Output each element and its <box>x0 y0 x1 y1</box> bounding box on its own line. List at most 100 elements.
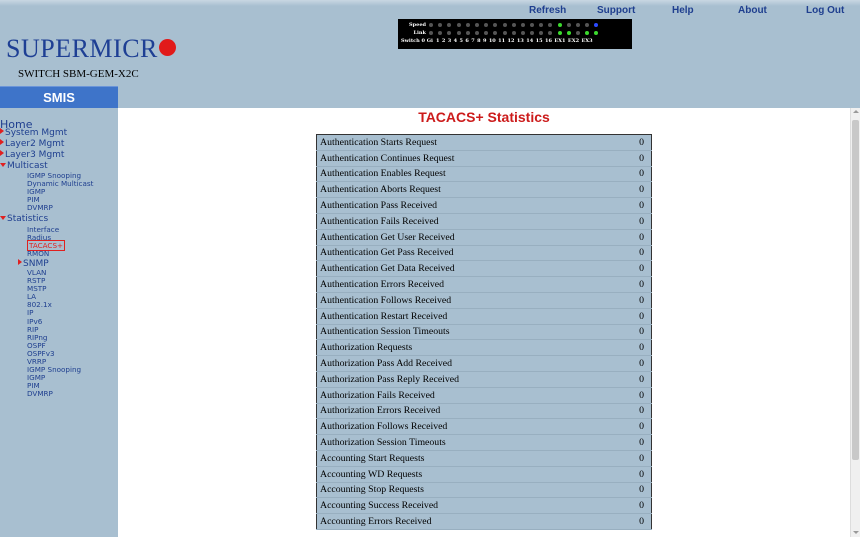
link-led-icon <box>511 31 516 35</box>
port-number: EX2 <box>567 38 580 44</box>
table-row: Authentication Errors Received 0 <box>316 276 652 293</box>
sidebar-item-multicast[interactable]: Multicast <box>0 161 48 171</box>
link-led-icon <box>539 31 544 35</box>
speed-led-icon <box>502 23 507 27</box>
stat-value: 0 <box>611 450 652 467</box>
stat-label: Authorization Pass Add Received <box>316 355 612 372</box>
table-row: Authentication Follows Received 0 <box>316 292 652 309</box>
stat-value: 0 <box>611 197 652 214</box>
sidebar-item-statistics[interactable]: Statistics <box>0 214 48 224</box>
refresh-link[interactable]: Refresh <box>529 5 566 16</box>
link-led-icon <box>438 31 443 35</box>
top-bar <box>0 0 860 6</box>
collapsed-arrow-icon <box>0 128 4 134</box>
scroll-up-icon[interactable] <box>853 110 859 113</box>
link-led-icon <box>548 31 553 35</box>
sidebar-item-label: Statistics <box>7 214 49 224</box>
stat-value: 0 <box>611 260 652 278</box>
help-link[interactable]: Help <box>672 5 694 16</box>
link-led-icon <box>465 31 470 35</box>
table-row: Authorization Session Timeouts 0 <box>316 434 652 451</box>
port-number: EX1 <box>554 38 566 44</box>
speed-led-icon <box>511 23 516 27</box>
port-number: 7 <box>471 38 475 44</box>
sidebar-subitem-rmon[interactable]: RMON <box>27 250 49 258</box>
link-led-row: Link <box>401 29 629 37</box>
sidebar-item-layer3-mgmt[interactable]: Layer3 Mgmt <box>0 150 64 160</box>
sidebar-item-system-mgmt[interactable]: System Mgmt <box>0 128 67 138</box>
stat-label: Authentication Enables Request <box>316 166 612 183</box>
speed-led-row: Speed <box>401 21 629 29</box>
port-number: 15 <box>535 38 543 44</box>
port-number: 13 <box>516 38 524 44</box>
stat-value: 0 <box>611 339 652 357</box>
table-row: Accounting Stop Requests 0 <box>316 482 652 499</box>
stat-label: Authentication Get Pass Received <box>316 245 612 262</box>
port-number: 4 <box>453 38 458 44</box>
logo-dot-icon <box>158 39 176 56</box>
link-led-icon <box>576 31 580 35</box>
smis-title: SMIS <box>0 86 118 108</box>
port-label: Switch 0 Gi <box>401 38 433 44</box>
stat-value: 0 <box>611 403 652 420</box>
sidebar: Home System Mgmt Layer2 Mgmt Layer3 Mgmt Mu… <box>0 108 118 537</box>
sidebar-item-label: Multicast <box>7 161 48 171</box>
main-content: TACACS+ Statistics Authentication Starts… <box>118 108 850 537</box>
table-row: Authentication Continues Request 0 <box>316 150 652 167</box>
stat-value: 0 <box>611 371 652 388</box>
switch-model: SWITCH SBM-GEM-X2C <box>18 68 139 80</box>
sidebar-subitem-label: RMON <box>27 249 50 259</box>
table-row: Accounting Start Requests 0 <box>316 450 652 467</box>
sidebar-item-label: Layer3 Mgmt <box>5 150 65 160</box>
sidebar-item-layer2-mgmt[interactable]: Layer2 Mgmt <box>0 139 64 149</box>
link-led-icon <box>530 31 535 35</box>
stat-label: Authentication Get Data Received <box>316 260 612 278</box>
speed-led-icon <box>530 23 535 27</box>
link-led-icon <box>594 31 599 35</box>
stat-label: Accounting Errors Received <box>316 513 612 530</box>
link-led-icon <box>566 31 571 35</box>
link-led-icon <box>429 31 433 35</box>
stat-value: 0 <box>611 497 652 515</box>
stat-value: 0 <box>611 434 652 451</box>
supermicro-logo: SUPERMICR <box>6 34 176 64</box>
table-row: Authentication Pass Received 0 <box>316 197 652 214</box>
sidebar-subitem-dvmrp[interactable]: DVMRP <box>27 390 53 398</box>
about-link[interactable]: About <box>738 5 767 16</box>
stat-value: 0 <box>611 466 652 483</box>
stat-value: 0 <box>611 387 652 404</box>
table-row: Authentication Aborts Request 0 <box>316 181 652 199</box>
port-numbers: Switch 0 Gi 1 2 3 4 5 6 7 8 9 10 11 12 13 14 15 16 EX1 EX… <box>401 37 629 45</box>
support-link[interactable]: Support <box>597 5 635 16</box>
expanded-arrow-icon <box>0 163 6 167</box>
stat-label: Authentication Fails Received <box>316 213 612 230</box>
speed-led-icon <box>447 23 452 27</box>
stat-value: 0 <box>611 513 652 530</box>
port-number: 10 <box>488 38 496 44</box>
collapsed-arrow-icon <box>0 139 4 145</box>
stat-label: Authentication Aborts Request <box>316 181 612 199</box>
link-led-icon <box>456 31 461 35</box>
sidebar-subitem-dvmrp[interactable]: DVMRP <box>27 202 53 212</box>
stat-label: Accounting Success Received <box>316 497 612 515</box>
port-number: 3 <box>447 38 452 44</box>
collapsed-arrow-icon <box>18 259 22 266</box>
table-row: Authorization Fails Received 0 <box>316 387 652 404</box>
scroll-down-icon[interactable] <box>853 531 859 534</box>
speed-led-icon <box>493 23 498 27</box>
scroll-thumb[interactable] <box>852 120 859 460</box>
sidebar-item-label: Layer2 Mgmt <box>5 139 65 149</box>
link-led-icon <box>520 31 525 35</box>
table-row: Accounting Errors Received 0 <box>316 513 652 530</box>
logout-link[interactable]: Log Out <box>806 5 844 16</box>
port-led-panel: Speed Link Switch 0 Gi 1 2 3 4 5 6 7 8 9 10 11 12 13… <box>398 19 632 49</box>
expanded-arrow-icon <box>0 216 6 220</box>
table-row: Accounting WD Requests 0 <box>316 466 652 483</box>
table-row: Authorization Follows Received 0 <box>316 418 652 436</box>
table-row: Authorization Pass Add Received 0 <box>316 355 652 372</box>
stat-label: Authorization Requests <box>316 339 612 357</box>
sidebar-subitem-label: DVMRP <box>27 202 53 212</box>
link-led-icon <box>585 31 590 35</box>
stat-label: Authentication Follows Received <box>316 292 612 309</box>
vertical-scrollbar[interactable] <box>850 108 860 537</box>
